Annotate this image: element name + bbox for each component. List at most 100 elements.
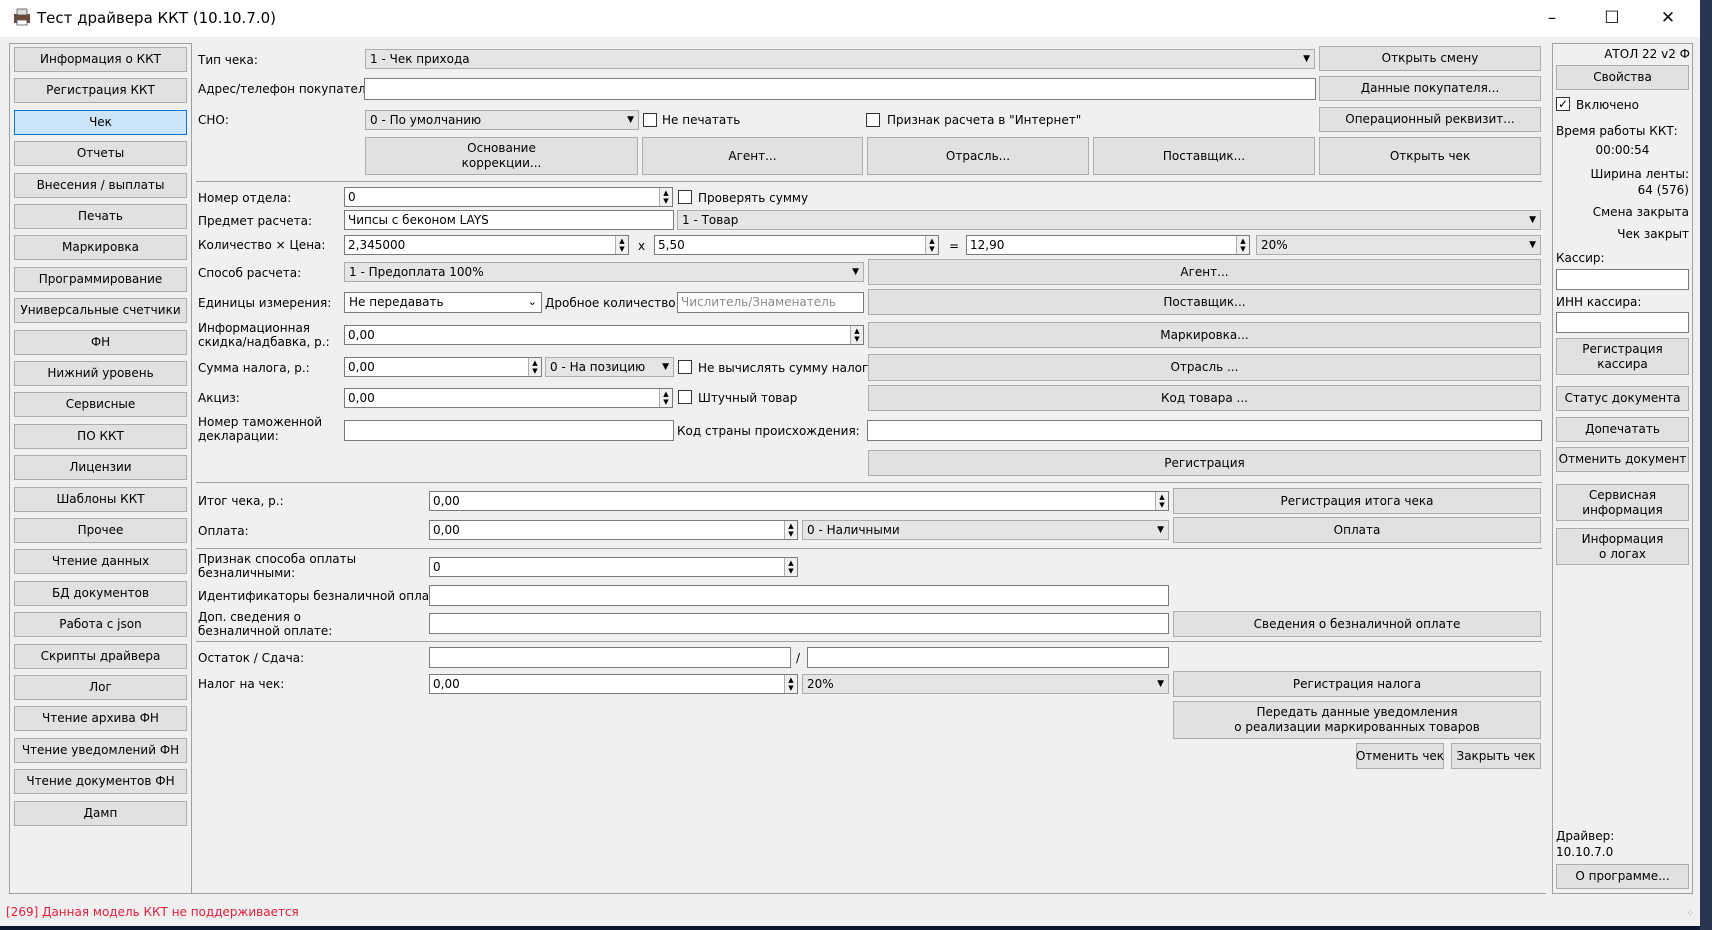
payment-button[interactable]: Оплата [1173,517,1541,543]
op-requisite-button[interactable]: Операционный реквизит... [1319,107,1541,132]
notify-marking-button[interactable]: Передать данные уведомления о реализации … [1173,701,1541,739]
cashier-inn-input[interactable] [1556,312,1689,333]
sidebar-item[interactable]: Чтение данных [14,549,187,575]
doc-status-button[interactable]: Статус документа [1556,386,1689,411]
receipt-agent-button[interactable]: Агент... [642,137,863,175]
resize-grip-icon[interactable]: ⁘ [1686,910,1694,919]
tax-sum-input[interactable]: 0,00 ▲ ▼ [344,357,542,377]
sno-select[interactable]: 0 - По умолчанию ▼ [365,110,639,130]
spin-buttons[interactable]: ▲ ▼ [784,521,797,539]
spin-buttons[interactable]: ▲ ▼ [850,326,863,344]
close-icon[interactable]: ✕ [1640,0,1696,37]
maximize-icon[interactable]: ☐ [1584,0,1640,37]
cancel-receipt-button[interactable]: Отменить чек [1356,743,1444,769]
sidebar-item[interactable]: Лицензии [14,455,187,481]
internet-checkbox[interactable] [866,113,880,127]
reprint-button[interactable]: Допечатать [1556,417,1689,442]
sidebar-item[interactable]: Программирование [14,266,187,292]
spin-buttons[interactable]: ▲ ▼ [1236,236,1249,254]
product-code-button[interactable]: Код товара ... [868,385,1541,411]
sidebar-item[interactable]: Нижний уровень [14,361,187,386]
price-input[interactable]: 5,50 ▲ ▼ [654,235,939,255]
payment-method-select[interactable]: 1 - Предоплата 100% ▼ [344,262,864,282]
total-input[interactable]: 0,00 ▲ ▼ [429,491,1169,511]
receipt-type-select[interactable]: 1 - Чек прихода ▼ [365,49,1315,69]
cancel-document-button[interactable]: Отменить документ [1556,447,1689,472]
excise-input[interactable]: 0,00 ▲ ▼ [344,388,673,408]
sidebar-item[interactable]: Дамп [14,800,187,826]
receipt-industry-button[interactable]: Отрасль... [867,137,1089,175]
sidebar-item[interactable]: Маркировка [14,235,187,261]
spin-buttons[interactable]: ▲ ▼ [925,236,938,254]
sidebar-item[interactable]: Печать [14,204,187,229]
customs-input[interactable] [344,420,674,441]
spin-buttons[interactable]: ▲ ▼ [1155,492,1168,510]
department-input[interactable]: 0 ▲ ▼ [344,187,673,207]
minimize-icon[interactable]: – [1524,0,1580,37]
sidebar-item[interactable]: БД документов [14,580,187,606]
sidebar-item[interactable]: Отчеты [14,141,187,167]
country-input[interactable] [867,420,1542,441]
sidebar-item[interactable]: Чтение архива ФН [14,706,187,732]
register-total-button[interactable]: Регистрация итога чека [1173,488,1541,514]
item-input[interactable]: Чипсы с беконом LAYS [344,210,674,230]
sidebar-item[interactable]: Регистрация ККТ [14,78,187,104]
piece-checkbox[interactable] [678,390,692,404]
position-agent-button[interactable]: Агент... [868,259,1541,285]
sidebar-item[interactable]: Чтение документов ФН [14,769,187,795]
spin-buttons[interactable]: ▲ ▼ [615,236,628,254]
service-info-button[interactable]: Сервисная информация [1556,484,1689,521]
receipt-tax-rate-select[interactable]: 20% ▼ [802,674,1169,694]
sidebar-item[interactable]: Работа с json [14,612,187,638]
cashless-ids-input[interactable] [429,585,1169,606]
no-calc-tax-checkbox[interactable] [678,360,692,374]
open-shift-button[interactable]: Открыть смену [1319,46,1541,71]
quantity-input[interactable]: 2,345000 ▲ ▼ [344,235,629,255]
about-button[interactable]: О программе... [1556,864,1689,889]
payment-type-select[interactable]: 0 - Наличными ▼ [802,520,1169,540]
register-tax-button[interactable]: Регистрация налога [1173,671,1541,697]
sidebar-item[interactable]: ПО ККТ [14,423,187,449]
cashless-info-button[interactable]: Сведения о безналичной оплате [1173,611,1541,637]
remainder-input[interactable] [429,647,791,668]
receipt-tax-input[interactable]: 0,00 ▲ ▼ [429,674,798,694]
sidebar-item[interactable]: ФН [14,329,187,355]
check-sum-checkbox[interactable] [678,190,692,204]
enabled-checkbox[interactable]: ✓ [1556,97,1570,111]
cashless-extra-input[interactable] [429,613,1169,634]
register-position-button[interactable]: Регистрация [868,450,1541,476]
marking-button[interactable]: Маркировка... [868,322,1541,348]
spin-buttons[interactable]: ▲ ▼ [659,188,672,206]
units-select[interactable]: Не передавать ⌄ [344,292,542,313]
buyer-data-button[interactable]: Данные покупателя... [1319,76,1541,101]
fraction-input[interactable]: Числитель/Знаменатель [677,292,864,313]
properties-button[interactable]: Свойства [1556,65,1689,90]
sidebar-item[interactable]: Универсальные счетчики [14,298,187,324]
register-cashier-button[interactable]: Регистрация кассира [1556,338,1689,375]
tax-mode-select[interactable]: 0 - На позицию ▼ [545,357,674,377]
correction-basis-button[interactable]: Основание коррекции... [365,137,638,175]
close-receipt-button[interactable]: Закрыть чек [1451,743,1541,769]
log-info-button[interactable]: Информация о логах [1556,528,1689,565]
cashier-input[interactable] [1556,269,1689,290]
open-receipt-button[interactable]: Открыть чек [1319,137,1541,175]
sidebar-item[interactable]: Шаблоны ККТ [14,486,187,512]
sidebar-item[interactable]: Внесения / выплаты [14,172,187,198]
sidebar-item[interactable]: Прочее [14,518,187,543]
position-supplier-button[interactable]: Поставщик... [868,289,1541,315]
sidebar-item[interactable]: Сервисные [14,392,187,418]
change-input[interactable] [807,647,1169,668]
receipt-supplier-button[interactable]: Поставщик... [1093,137,1315,175]
discount-input[interactable]: 0,00 ▲ ▼ [344,325,864,345]
cashless-sign-input[interactable]: 0 ▲ ▼ [429,557,798,577]
spin-buttons[interactable]: ▲ ▼ [784,558,797,576]
payment-input[interactable]: 0,00 ▲ ▼ [429,520,798,540]
sidebar-item[interactable]: Чтение уведомлений ФН [14,737,187,763]
position-industry-button[interactable]: Отрасль ... [868,354,1541,381]
no-print-checkbox[interactable] [643,113,657,127]
sidebar-item[interactable]: Чек [14,109,187,135]
sidebar-item[interactable]: Информация о ККТ [14,47,187,72]
spin-buttons[interactable]: ▲ ▼ [528,358,541,376]
sidebar-item[interactable]: Лог [14,675,187,700]
item-type-select[interactable]: 1 - Товар ▼ [677,210,1541,230]
